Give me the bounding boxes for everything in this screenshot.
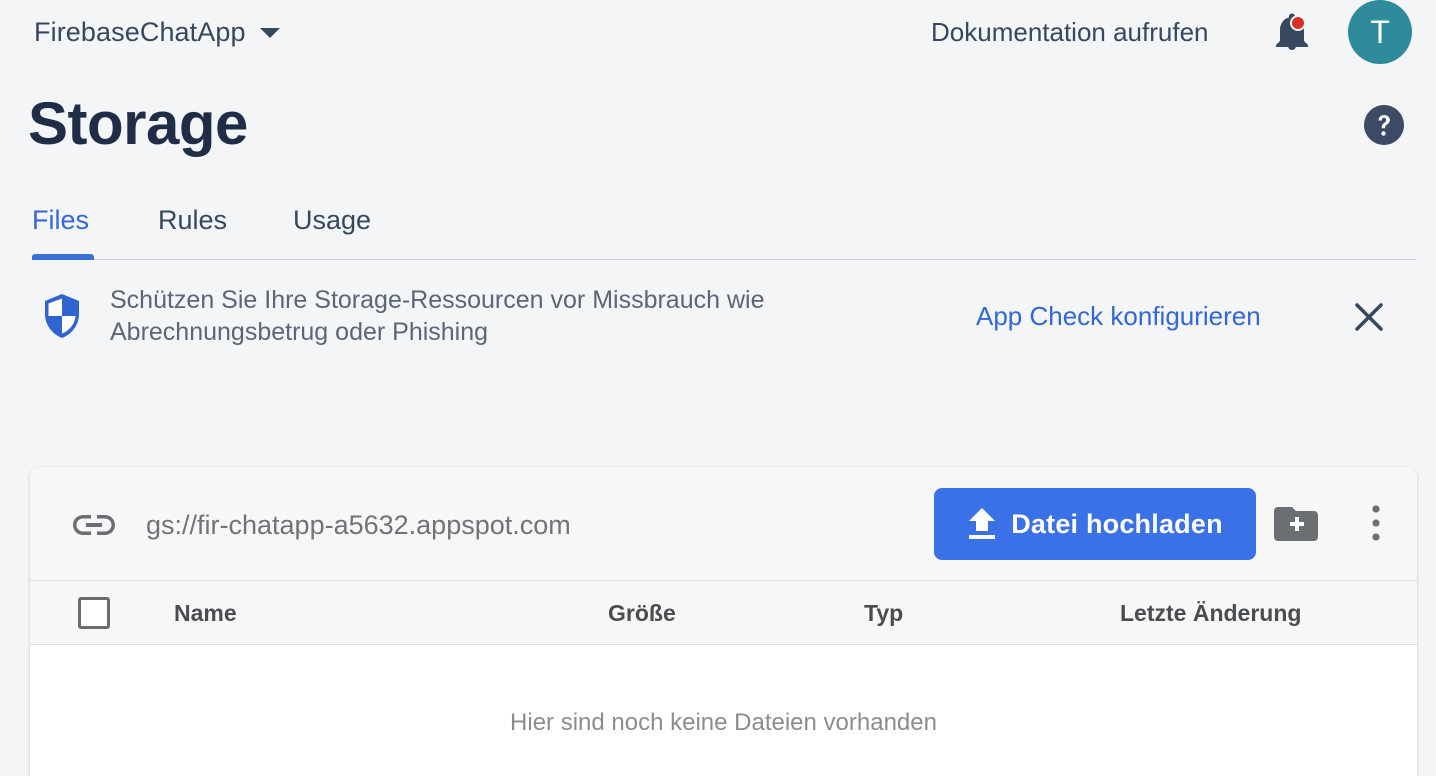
new-folder-icon[interactable] [1274, 505, 1318, 543]
upload-file-label: Datei hochladen [1011, 508, 1223, 539]
tab-files[interactable]: Files [32, 196, 89, 258]
tab-rules[interactable]: Rules [158, 196, 227, 258]
shield-icon [45, 294, 79, 338]
help-icon[interactable] [1363, 104, 1405, 146]
notification-dot [1290, 15, 1306, 31]
select-all-checkbox[interactable] [78, 597, 110, 629]
link-icon[interactable] [72, 509, 116, 541]
bell-icon[interactable] [1272, 12, 1312, 54]
app-check-banner: Schützen Sie Ihre Storage-Ressourcen vor… [32, 278, 1416, 368]
active-tab-indicator [32, 254, 94, 260]
bucket-path: gs://fir-chatapp-a5632.appspot.com [146, 510, 571, 540]
documentation-link[interactable]: Dokumentation aufrufen [931, 14, 1209, 50]
close-icon[interactable] [1352, 300, 1386, 334]
more-vert-icon[interactable] [1362, 503, 1390, 543]
column-size[interactable]: Größe [608, 597, 676, 629]
files-card: gs://fir-chatapp-a5632.appspot.com Datei… [30, 467, 1417, 776]
upload-icon [969, 508, 996, 539]
tab-bar: Files Rules Usage [32, 196, 1416, 260]
project-selector[interactable]: FirebaseChatApp [34, 14, 280, 50]
column-type[interactable]: Typ [864, 597, 903, 629]
top-bar: FirebaseChatApp Dokumentation aufrufen T [0, 0, 1436, 66]
page-title: Storage [28, 90, 248, 157]
configure-app-check-link[interactable]: App Check konfigurieren [976, 300, 1261, 332]
avatar[interactable]: T [1348, 0, 1412, 64]
empty-state-message: Hier sind noch keine Dateien vorhanden [510, 709, 937, 736]
project-name: FirebaseChatApp [34, 16, 246, 47]
column-name[interactable]: Name [174, 597, 237, 629]
table-header: Name Größe Typ Letzte Änderung [30, 581, 1417, 645]
caret-down-icon [259, 28, 280, 38]
banner-message: Schützen Sie Ihre Storage-Ressourcen vor… [110, 286, 765, 346]
bucket-toolbar: gs://fir-chatapp-a5632.appspot.com Datei… [30, 467, 1417, 581]
tab-usage[interactable]: Usage [293, 196, 371, 258]
upload-file-button[interactable]: Datei hochladen [934, 488, 1256, 560]
column-last-modified[interactable]: Letzte Änderung [1120, 597, 1301, 629]
